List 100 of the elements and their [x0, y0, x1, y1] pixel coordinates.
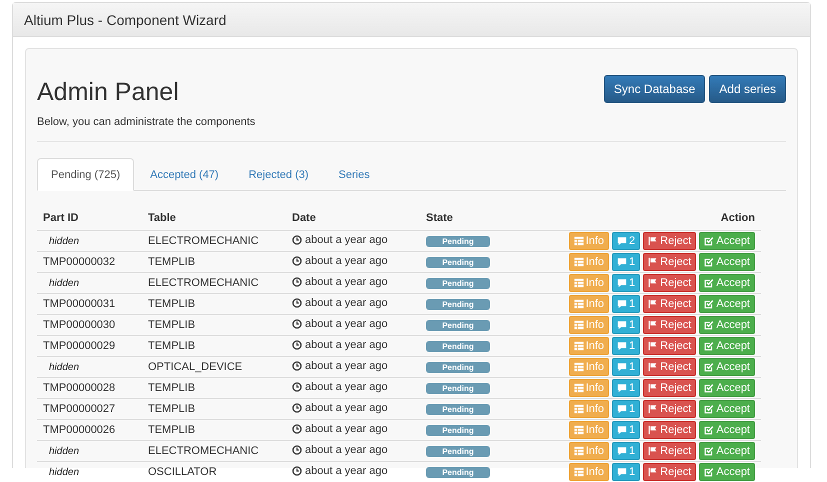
clock-icon: [292, 361, 302, 371]
accept-button[interactable]: Accept: [699, 232, 755, 250]
clock-icon: [292, 256, 302, 266]
accept-button[interactable]: Accept: [699, 337, 755, 355]
speech-bubble-icon: [617, 446, 628, 456]
tab[interactable]: Accepted (47): [136, 158, 233, 191]
reject-button[interactable]: Reject: [643, 463, 696, 481]
header-button[interactable]: Add series: [709, 75, 786, 103]
speech-bubble-icon: [617, 257, 628, 267]
checkbox-icon: [704, 320, 714, 330]
comments-button[interactable]: 1: [612, 316, 640, 334]
reject-button[interactable]: Reject: [643, 337, 696, 355]
checkbox-icon: [704, 362, 714, 372]
comments-button[interactable]: 1: [612, 358, 640, 376]
column-header: State: [426, 212, 453, 224]
table-name: TEMPLIB: [148, 382, 196, 394]
part-id: TMP00000031: [43, 298, 116, 310]
state-label: Pending: [426, 446, 490, 457]
info-button[interactable]: Info: [568, 421, 610, 439]
page-title: Admin Panel: [37, 78, 180, 107]
part-id: TMP00000027: [43, 403, 116, 415]
date-text: about a year ago: [305, 234, 388, 246]
comments-button[interactable]: 1: [612, 400, 640, 418]
speech-bubble-icon: [617, 425, 628, 435]
table-name: ELECTROMECHANIC: [148, 277, 259, 289]
flag-icon: [648, 425, 658, 435]
reject-button[interactable]: Reject: [643, 358, 696, 376]
accept-button[interactable]: Accept: [699, 442, 755, 460]
state-label: Pending: [426, 257, 490, 268]
checkbox-icon: [704, 299, 714, 309]
comments-button[interactable]: 1: [612, 421, 640, 439]
info-button[interactable]: Info: [568, 316, 610, 334]
date-text: about a year ago: [305, 381, 388, 393]
date-text: about a year ago: [305, 276, 388, 288]
info-button[interactable]: Info: [568, 232, 610, 250]
comments-button[interactable]: 1: [612, 442, 640, 460]
reject-button[interactable]: Reject: [643, 274, 696, 292]
info-button[interactable]: Info: [568, 400, 610, 418]
table-name: ELECTROMECHANIC: [148, 445, 259, 457]
reject-button[interactable]: Reject: [643, 295, 696, 313]
tab[interactable]: Pending (725): [37, 158, 134, 191]
info-button[interactable]: Info: [568, 337, 610, 355]
accept-button[interactable]: Accept: [699, 253, 755, 271]
info-button[interactable]: Info: [568, 274, 610, 292]
table-name: TEMPLIB: [148, 340, 196, 352]
checkbox-icon: [704, 257, 714, 267]
comments-button[interactable]: 1: [612, 379, 640, 397]
comments-button[interactable]: 1: [612, 295, 640, 313]
table-icon: [574, 467, 584, 477]
header-button[interactable]: Sync Database: [604, 75, 706, 103]
accept-button[interactable]: Accept: [699, 295, 755, 313]
clock-icon: [292, 466, 302, 476]
clock-icon: [292, 445, 302, 455]
reject-button[interactable]: Reject: [643, 421, 696, 439]
table-icon: [574, 236, 584, 246]
table-name: OPTICAL_DEVICE: [148, 361, 242, 373]
date-text: about a year ago: [305, 318, 388, 330]
accept-button[interactable]: Accept: [699, 379, 755, 397]
clock-icon: [292, 403, 302, 413]
comments-button[interactable]: 1: [612, 274, 640, 292]
date-text: about a year ago: [305, 339, 388, 351]
comments-button[interactable]: 1: [612, 463, 640, 481]
reject-button[interactable]: Reject: [643, 232, 696, 250]
info-button[interactable]: Info: [568, 358, 610, 376]
info-button[interactable]: Info: [568, 379, 610, 397]
reject-button[interactable]: Reject: [643, 442, 696, 460]
page-subtitle: Below, you can administrate the components: [37, 116, 256, 128]
clock-icon: [292, 424, 302, 434]
reject-button[interactable]: Reject: [643, 400, 696, 418]
info-button[interactable]: Info: [568, 253, 610, 271]
tab[interactable]: Rejected (3): [234, 158, 323, 191]
reject-button[interactable]: Reject: [643, 253, 696, 271]
table-icon: [574, 299, 584, 309]
table-name: TEMPLIB: [148, 403, 196, 415]
checkbox-icon: [704, 236, 714, 246]
reject-button[interactable]: Reject: [643, 316, 696, 334]
clock-icon: [292, 298, 302, 308]
info-button[interactable]: Info: [568, 295, 610, 313]
info-button[interactable]: Info: [568, 442, 610, 460]
part-id: hidden: [48, 446, 80, 457]
speech-bubble-icon: [617, 362, 628, 372]
info-button[interactable]: Info: [568, 463, 610, 481]
tab[interactable]: Series: [324, 158, 384, 191]
comments-button[interactable]: 1: [612, 253, 640, 271]
state-label: Pending: [426, 278, 490, 289]
flag-icon: [648, 341, 658, 351]
accept-button[interactable]: Accept: [699, 421, 755, 439]
accept-button[interactable]: Accept: [699, 400, 755, 418]
comments-button[interactable]: 2: [612, 232, 640, 250]
reject-button[interactable]: Reject: [643, 379, 696, 397]
accept-button[interactable]: Accept: [699, 358, 755, 376]
flag-icon: [648, 278, 658, 288]
accept-button[interactable]: Accept: [699, 463, 755, 481]
flag-icon: [648, 467, 658, 477]
comments-button[interactable]: 1: [612, 337, 640, 355]
state-label: Pending: [426, 467, 490, 478]
speech-bubble-icon: [617, 383, 628, 393]
speech-bubble-icon: [617, 278, 628, 288]
accept-button[interactable]: Accept: [699, 274, 755, 292]
accept-button[interactable]: Accept: [699, 316, 755, 334]
